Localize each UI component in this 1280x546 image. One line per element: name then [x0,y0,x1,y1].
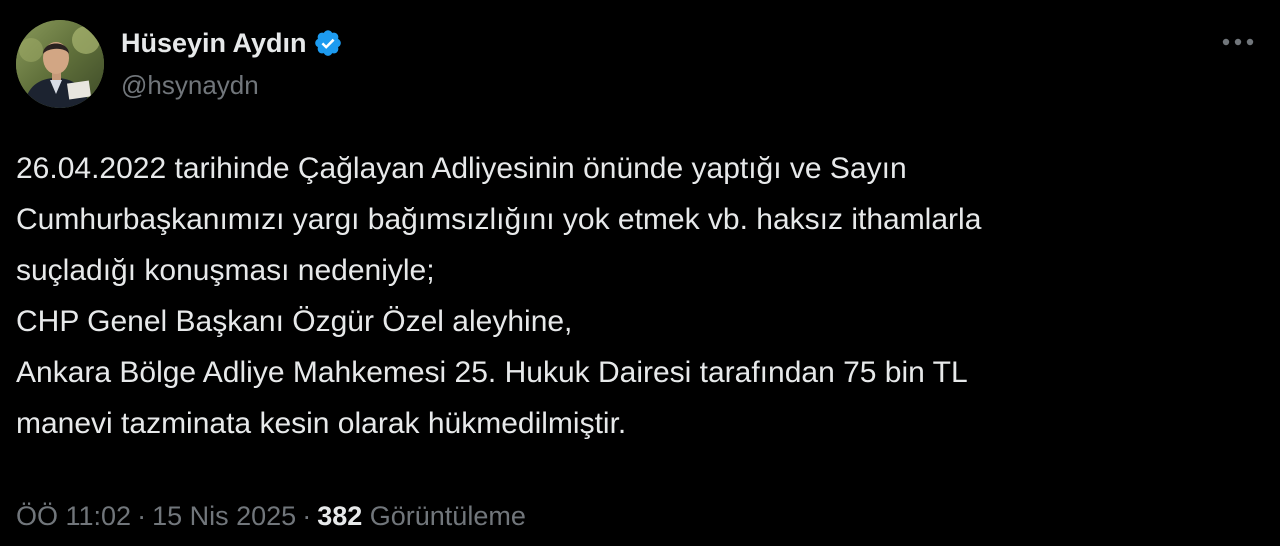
tweet-line: Cumhurbaşkanımızı yargı bağımsızlığını y… [16,203,982,236]
tweet-date[interactable]: 15 Nis 2025 [152,501,296,531]
avatar-photo [16,20,104,108]
name-row: Hüseyin Aydın [121,24,343,62]
author-block: Hüseyin Aydın @hsynaydn [121,24,343,101]
tweet-meta: ÖÖ 11:02 · 15 Nis 2025 · 382 Görüntüleme [16,498,526,534]
views-count: 382 [317,501,363,531]
tweet-line: CHP Genel Başkanı Özgür Özel aleyhine, [16,305,573,338]
more-options-icon[interactable] [1218,30,1258,54]
views-label: Görüntüleme [369,501,526,531]
meta-separator: · [302,501,312,531]
tweet-line: 26.04.2022 tarihinde Çağlayan Adliyesini… [16,152,907,185]
tweet-line: Ankara Bölge Adliye Mahkemesi 25. Hukuk … [16,356,968,389]
tweet-line: suçladığı konuşması nedeniyle; [16,254,435,287]
verified-badge-icon[interactable] [313,28,343,58]
display-name[interactable]: Hüseyin Aydın [121,28,307,59]
handle[interactable]: @hsynaydn [121,70,343,101]
meta-separator: · [137,501,147,531]
avatar[interactable] [16,20,104,108]
tweet-line: manevi tazminata kesin olarak hükmedilmi… [16,407,627,440]
tweet-text: 26.04.2022 tarihinde Çağlayan Adliyesini… [16,143,1256,449]
tweet-time[interactable]: ÖÖ 11:02 [16,501,131,531]
tweet: Hüseyin Aydın @hsynaydn 26.04.2022 tarih… [0,0,1280,546]
